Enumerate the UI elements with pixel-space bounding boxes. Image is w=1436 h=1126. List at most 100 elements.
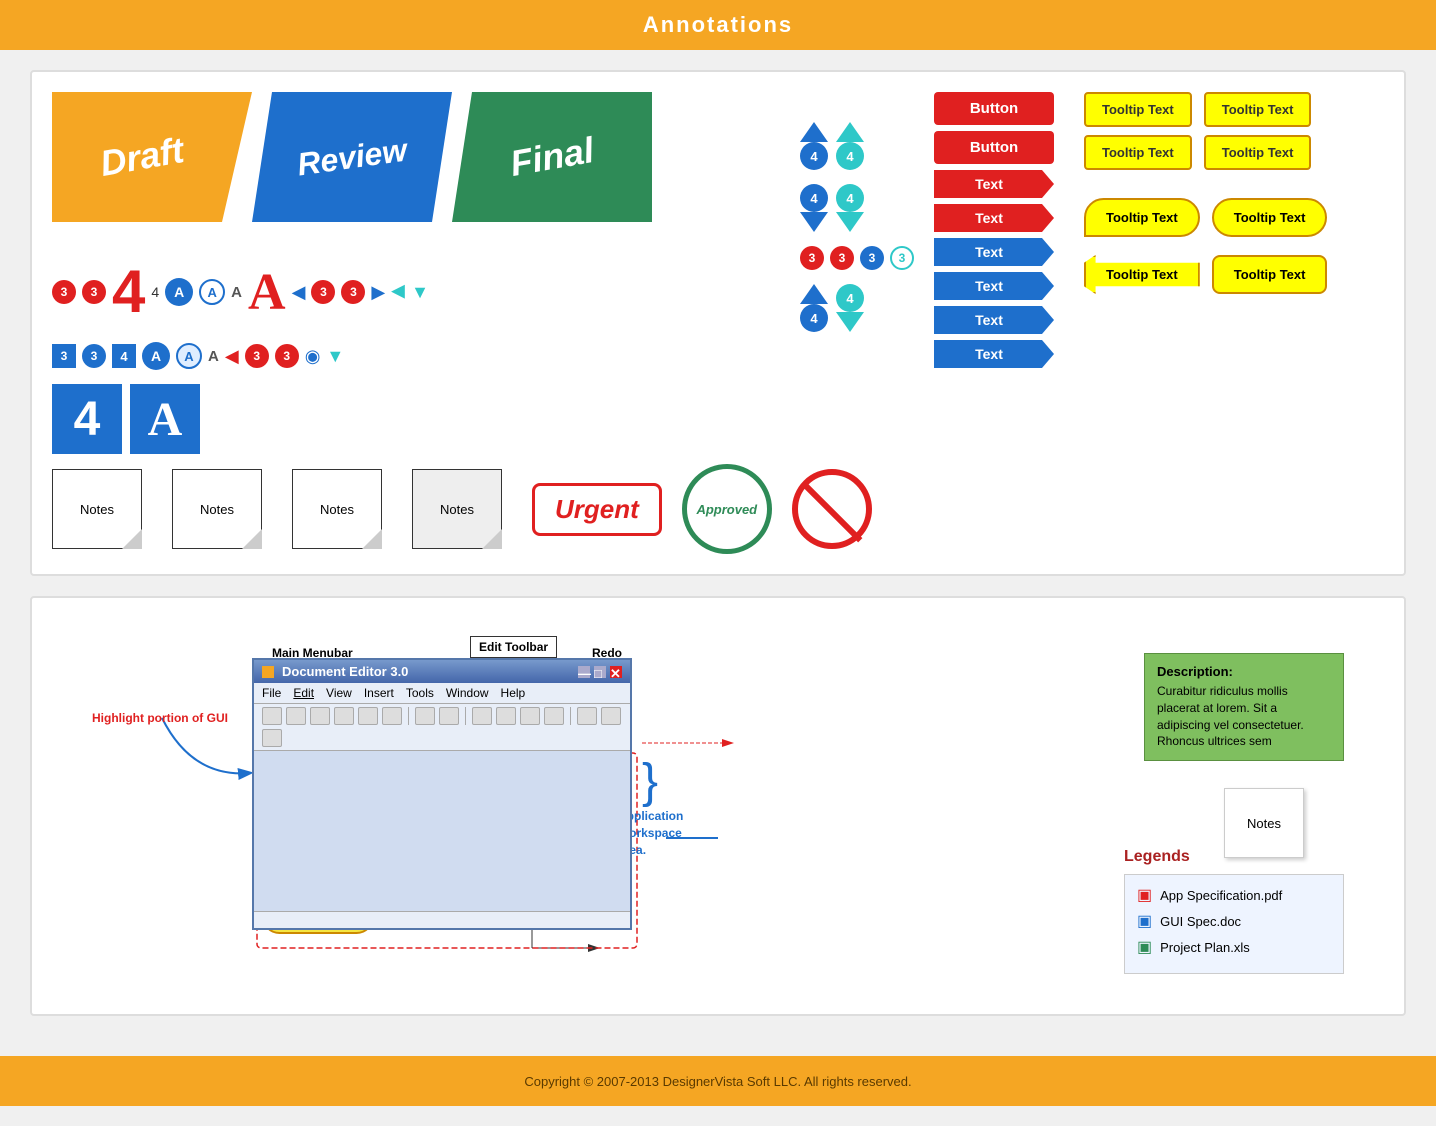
menu-view[interactable]: View	[326, 686, 352, 700]
no-symbol	[792, 469, 872, 549]
tooltip-row-1: Tooltip Text Tooltip Text	[1084, 92, 1384, 127]
minimize-btn[interactable]: —	[578, 666, 590, 678]
menu-edit[interactable]: Edit	[293, 686, 314, 700]
letter-big-red-a: A	[248, 263, 286, 322]
button-red-1[interactable]: Button	[934, 92, 1054, 125]
legend-doc-label: GUI Spec.doc	[1160, 914, 1241, 929]
legend-item-doc: ▣ GUI Spec.doc	[1137, 911, 1331, 931]
circle-4b: 4	[836, 142, 864, 170]
legends-title: Legends	[1124, 848, 1344, 866]
toolbar-btn-9[interactable]	[472, 707, 492, 725]
desc-title: Description:	[1157, 664, 1331, 679]
toolbar-btn-2[interactable]	[286, 707, 306, 725]
tooltip-callout-2: Tooltip Text	[1212, 255, 1328, 294]
approved-stamp: Approved	[682, 464, 772, 554]
toolbar-btn-7[interactable]	[415, 707, 435, 725]
menu-insert[interactable]: Insert	[364, 686, 394, 700]
urgent-stamp: Urgent	[532, 483, 662, 536]
badge-3h: 3	[830, 246, 854, 270]
droplet-row-1: 4 4	[800, 122, 864, 170]
droplet-single-1: 4	[800, 284, 828, 332]
legend-xls-label: Project Plan.xls	[1160, 940, 1250, 955]
notes-item-1: Notes	[52, 469, 142, 549]
down-arrow-teal-1	[836, 212, 864, 232]
toolbar-btn-12[interactable]	[544, 707, 564, 725]
toolbar-btn-11[interactable]	[520, 707, 540, 725]
tooltip-speech-2: Tooltip Text	[1212, 198, 1328, 237]
menu-tools[interactable]: Tools	[406, 686, 434, 700]
main-content: Draft Review Final 3 3 4 4	[0, 50, 1436, 1056]
droplet-down-2: 4	[836, 184, 864, 232]
text-arrow-blue-3: Text	[934, 306, 1054, 334]
toolbar-btn-6[interactable]	[382, 707, 402, 725]
num-row-small: 3 3 3 3	[800, 246, 914, 270]
toolbar-btn-1[interactable]	[262, 707, 282, 725]
editor-body	[254, 751, 630, 911]
up-arrow-teal-1	[836, 122, 864, 142]
pdf-icon: ▣	[1137, 885, 1152, 905]
toolbar-sep-2	[465, 707, 466, 725]
banner-final-label: Final	[507, 129, 597, 185]
circle-4a: 4	[800, 142, 828, 170]
tooltip-rect-2: Tooltip Text	[1204, 92, 1312, 127]
notes-widget-label: Notes	[1247, 816, 1281, 831]
circle-4c: 4	[800, 184, 828, 212]
toolbar	[254, 704, 630, 751]
big-num-label-4: 4	[74, 392, 101, 447]
shape-row-4: 4 4	[800, 284, 864, 332]
doc-editor-window: Document Editor 3.0 — □ ✕ File Edit View…	[252, 658, 632, 930]
big-square-a: A	[130, 384, 200, 454]
up-arrow-blue-1	[800, 122, 828, 142]
toolbar-btn-4[interactable]	[334, 707, 354, 725]
xls-icon: ▣	[1137, 937, 1152, 957]
droplet-container-1: 4	[800, 122, 828, 170]
left-section: Draft Review Final 3 3 4 4	[52, 92, 780, 454]
approved-label: Approved	[696, 502, 757, 517]
tooltip-rect-1: Tooltip Text	[1084, 92, 1192, 127]
menu-file[interactable]: File	[262, 686, 281, 700]
menu-window[interactable]: Window	[446, 686, 489, 700]
circle-badge-3b: 3	[82, 344, 106, 368]
toolbar-btn-15[interactable]	[262, 729, 282, 747]
droplet-single-2: 4	[836, 284, 864, 332]
menu-help[interactable]: Help	[501, 686, 526, 700]
droplet-container-2: 4	[836, 122, 864, 170]
window-title: Document Editor 3.0	[282, 664, 408, 679]
statusbar	[254, 911, 630, 928]
toolbar-btn-13[interactable]	[577, 707, 597, 725]
window-icon	[262, 666, 274, 678]
toolbar-btn-8[interactable]	[439, 707, 459, 725]
badge-red-3a: 3	[52, 280, 76, 304]
menubar: File Edit View Insert Tools Window Help	[254, 683, 630, 704]
arrow-left-1: ◀	[292, 282, 306, 303]
toolbar-btn-5[interactable]	[358, 707, 378, 725]
circle-4f: 4	[836, 284, 864, 312]
footer-copyright: Copyright © 2007-2013 DesignerVista Soft…	[524, 1074, 911, 1089]
middle-section: 4 4 4 4	[800, 92, 914, 332]
letter-outline-a2: A	[176, 343, 202, 369]
legends-box: Legends ▣ App Specification.pdf ▣ GUI Sp…	[1124, 848, 1344, 974]
bracket-workspace: }	[642, 758, 658, 806]
close-btn[interactable]: ✕	[610, 666, 622, 678]
letter-plain-a: A	[231, 284, 242, 301]
text-arrow-red-1: Text	[934, 170, 1054, 198]
arrow-down-1: ▶	[391, 282, 405, 303]
badge-red-3d: 3	[341, 280, 365, 304]
toolbar-btn-14[interactable]	[601, 707, 621, 725]
notes-label-2: Notes	[200, 502, 234, 517]
arrow-circle-a: ◉	[305, 346, 321, 367]
badge-outline-3: 3	[890, 246, 914, 270]
toolbar-btn-3[interactable]	[310, 707, 330, 725]
toolbar-sep-3	[570, 707, 571, 725]
toolbar-btn-10[interactable]	[496, 707, 516, 725]
small-4: 4	[151, 284, 159, 300]
button-red-2[interactable]: Button	[934, 131, 1054, 164]
notes-label-1: Notes	[80, 502, 114, 517]
maximize-btn[interactable]: □	[594, 666, 606, 678]
text-arrow-blue-4: Text	[934, 340, 1054, 368]
page-title: Annotations	[643, 12, 793, 38]
letter-plain-a2: A	[208, 348, 219, 365]
legends-inner: ▣ App Specification.pdf ▣ GUI Spec.doc ▣…	[1124, 874, 1344, 974]
badge-3g: 3	[800, 246, 824, 270]
tooltip-row-3: Tooltip Text Tooltip Text	[1084, 198, 1384, 237]
